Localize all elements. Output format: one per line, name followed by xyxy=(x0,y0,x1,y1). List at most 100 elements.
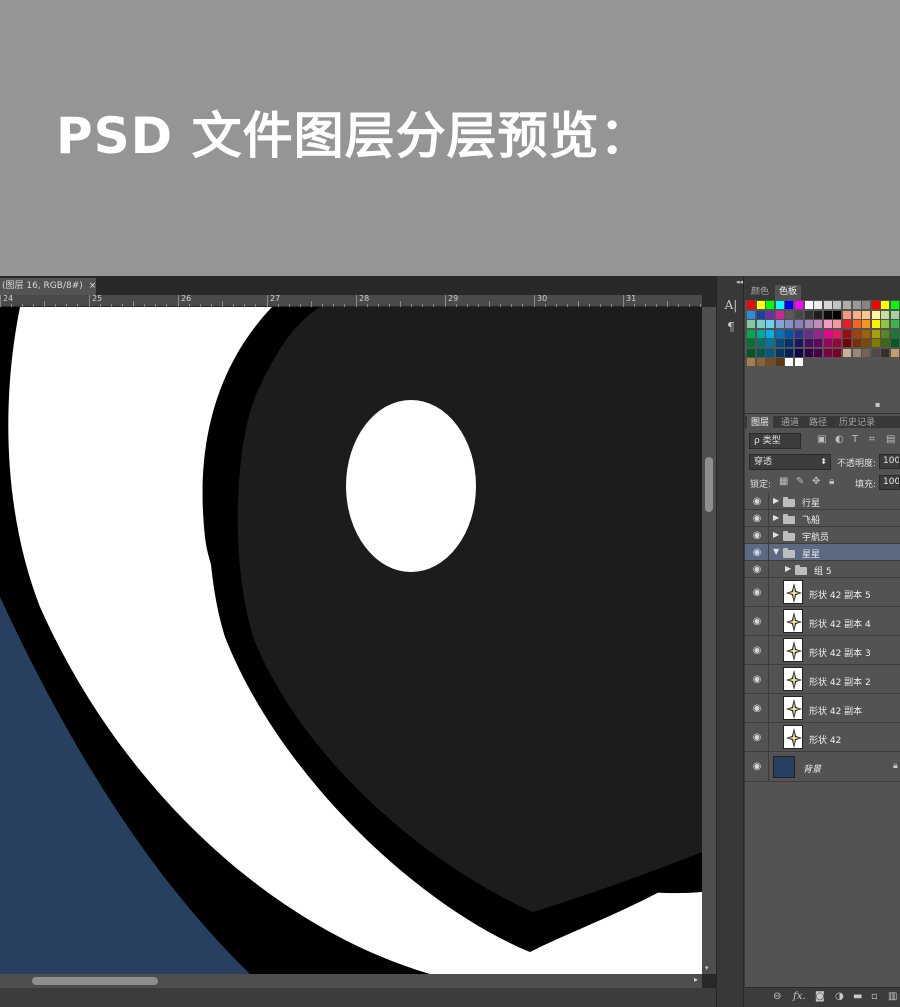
color-swatch[interactable] xyxy=(775,339,784,347)
color-swatch[interactable] xyxy=(871,320,880,328)
color-swatch[interactable] xyxy=(766,329,775,338)
chevron-right-icon[interactable]: ▶ xyxy=(773,496,779,505)
vertical-scrollbar[interactable]: ▾ xyxy=(702,307,716,974)
color-swatch[interactable] xyxy=(852,301,861,309)
color-swatch[interactable] xyxy=(814,339,823,347)
color-swatch[interactable] xyxy=(852,320,861,328)
color-swatch[interactable] xyxy=(795,310,803,319)
eye-icon[interactable]: ◉ xyxy=(750,616,764,627)
color-swatch[interactable] xyxy=(833,310,842,319)
new-group-icon[interactable]: ▬ xyxy=(853,991,862,1002)
color-swatch[interactable] xyxy=(891,348,899,357)
color-swatch[interactable] xyxy=(823,339,832,347)
color-swatch[interactable] xyxy=(785,301,794,309)
layer-row[interactable]: ◉ 形状 42 副本 5 xyxy=(745,578,900,607)
color-swatch[interactable] xyxy=(785,329,794,338)
fx-icon[interactable]: fx. xyxy=(793,991,806,1002)
link-icon[interactable]: ⊖ xyxy=(773,991,781,1002)
color-swatch[interactable] xyxy=(891,320,899,328)
color-swatch[interactable] xyxy=(775,358,784,366)
color-swatch[interactable] xyxy=(881,320,890,328)
paragraph-icon[interactable]: ¶ xyxy=(721,318,741,336)
color-swatch[interactable] xyxy=(804,329,813,338)
color-swatch[interactable] xyxy=(756,329,765,338)
color-swatch[interactable] xyxy=(823,348,832,357)
layer-row[interactable]: ◉ ▶ 行星 xyxy=(745,493,900,510)
eye-icon[interactable]: ◉ xyxy=(750,761,764,772)
color-swatch[interactable] xyxy=(843,329,851,338)
color-swatch[interactable] xyxy=(871,339,880,347)
horizontal-scroll-thumb[interactable] xyxy=(32,977,158,985)
layer-row[interactable]: ◉ 背景 🔒︎ xyxy=(745,752,900,782)
filter-smart-icon[interactable]: ▤ xyxy=(886,434,895,445)
scroll-right-icon[interactable]: ▸ xyxy=(694,975,698,984)
color-swatch[interactable] xyxy=(843,320,851,328)
color-swatch[interactable] xyxy=(881,301,890,309)
color-swatch[interactable] xyxy=(881,329,890,338)
lock-all-icon[interactable]: 🔒︎ xyxy=(829,476,834,487)
color-swatch[interactable] xyxy=(843,339,851,347)
color-swatch[interactable] xyxy=(804,348,813,357)
color-swatch[interactable] xyxy=(747,301,755,309)
eye-icon[interactable]: ◉ xyxy=(750,547,764,558)
color-swatch[interactable] xyxy=(747,310,755,319)
color-swatch[interactable] xyxy=(881,339,890,347)
color-swatch[interactable] xyxy=(775,320,784,328)
layer-row[interactable]: ◉ 形状 42 副本 3 xyxy=(745,636,900,665)
layer-row[interactable]: ◉ 形状 42 xyxy=(745,723,900,752)
color-swatch[interactable] xyxy=(881,348,890,357)
color-swatch[interactable] xyxy=(804,339,813,347)
color-swatch[interactable] xyxy=(785,348,794,357)
color-swatch[interactable] xyxy=(833,348,842,357)
eye-icon[interactable]: ◉ xyxy=(750,530,764,541)
color-swatch[interactable] xyxy=(823,329,832,338)
chevron-right-icon[interactable]: ▶ xyxy=(785,564,791,573)
color-swatch[interactable] xyxy=(795,358,803,366)
color-swatch[interactable] xyxy=(795,320,803,328)
filter-type-icon[interactable]: T xyxy=(852,434,858,445)
color-swatch[interactable] xyxy=(814,348,823,357)
color-swatch[interactable] xyxy=(785,320,794,328)
color-swatch[interactable] xyxy=(891,339,899,347)
color-swatch[interactable] xyxy=(891,329,899,338)
horizontal-scrollbar[interactable]: ▸ xyxy=(0,974,702,988)
color-swatch[interactable] xyxy=(747,320,755,328)
color-swatch[interactable] xyxy=(862,301,871,309)
color-swatch[interactable] xyxy=(843,301,851,309)
chevron-down-icon[interactable]: ▼ xyxy=(773,547,779,556)
eye-icon[interactable]: ◉ xyxy=(750,732,764,743)
color-swatch[interactable] xyxy=(833,339,842,347)
color-swatch[interactable] xyxy=(823,320,832,328)
new-layer-icon[interactable]: ▫ xyxy=(871,991,878,1002)
color-swatch[interactable] xyxy=(852,329,861,338)
filter-pixel-icon[interactable]: ▣ xyxy=(817,434,826,445)
color-swatch[interactable] xyxy=(785,339,794,347)
document-canvas[interactable] xyxy=(0,307,702,974)
color-swatch[interactable] xyxy=(766,358,775,366)
color-swatch[interactable] xyxy=(852,339,861,347)
layer-row[interactable]: ◉ ▼ 星星 xyxy=(745,544,900,561)
color-swatch[interactable] xyxy=(775,348,784,357)
fill-input[interactable]: 100% xyxy=(879,475,900,490)
color-swatch[interactable] xyxy=(804,320,813,328)
color-swatch[interactable] xyxy=(862,339,871,347)
color-swatch[interactable] xyxy=(823,301,832,309)
eye-icon[interactable]: ◉ xyxy=(750,674,764,685)
color-swatch[interactable] xyxy=(795,301,803,309)
color-swatch[interactable] xyxy=(795,348,803,357)
layer-row[interactable]: ◉ 形状 42 副本 4 xyxy=(745,607,900,636)
color-swatch[interactable] xyxy=(804,310,813,319)
color-swatch[interactable] xyxy=(862,329,871,338)
color-swatch[interactable] xyxy=(862,310,871,319)
tab-swatches[interactable]: 色板 xyxy=(775,285,802,300)
color-swatch[interactable] xyxy=(833,320,842,328)
eye-icon[interactable]: ◉ xyxy=(750,513,764,524)
color-swatch[interactable] xyxy=(766,339,775,347)
color-swatch[interactable] xyxy=(747,339,755,347)
lock-pixels-icon[interactable]: ✎ xyxy=(796,476,804,487)
scroll-down-icon[interactable]: ▾ xyxy=(705,964,709,972)
color-swatch[interactable] xyxy=(814,310,823,319)
color-swatch[interactable] xyxy=(871,301,880,309)
layer-filter-select[interactable]: ρ 类型 xyxy=(749,433,801,449)
color-swatch[interactable] xyxy=(785,358,794,366)
